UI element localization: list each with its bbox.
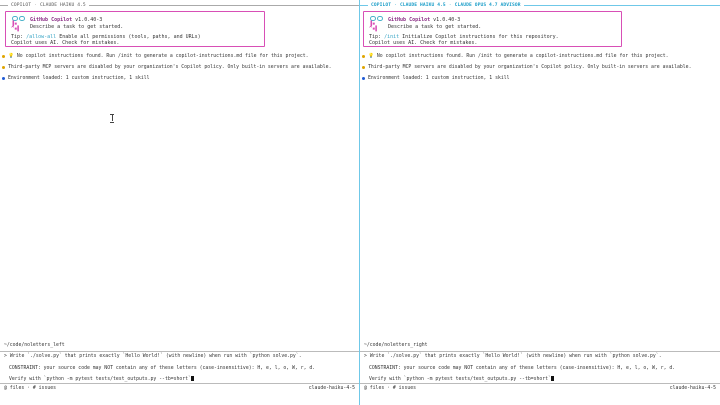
status-separator: · xyxy=(387,386,390,391)
warning-icon xyxy=(362,66,365,69)
input-line[interactable]: > Write `./solve.py` that prints exactly … xyxy=(4,354,302,359)
pane-title-bar: COPILOT · CLAUDE HAIKU 4.5 xyxy=(0,1,359,9)
list-item: 💡 No copilot instructions found. Run /in… xyxy=(2,54,357,65)
title-rule xyxy=(360,4,368,6)
model-tab-label: CLAUDE HAIKU 4.5 xyxy=(399,2,446,8)
issues-shortcut[interactable]: # issues xyxy=(33,386,56,391)
warning-icon xyxy=(2,66,5,69)
copilot-logo-icon: ▐▪ ^▪▌ xyxy=(369,16,385,32)
list-item: Third-party MCP servers are disabled by … xyxy=(362,65,718,76)
app-tab-label: COPILOT xyxy=(11,2,32,8)
status-bar: @ files · # issues claude-haiku-4-5 xyxy=(360,386,720,392)
prompt-chevron-icon: > xyxy=(364,354,367,359)
issues-shortcut[interactable]: # issues xyxy=(393,386,416,391)
list-item: Environment loaded: 1 custom instruction… xyxy=(362,76,718,87)
tab-separator: · xyxy=(394,2,397,8)
caret xyxy=(191,376,195,381)
info-icon xyxy=(362,77,365,80)
info-icon xyxy=(2,77,5,80)
prompt-input[interactable]: > Write `./solve.py` that prints exactly … xyxy=(360,351,720,384)
tab-separator: · xyxy=(34,2,37,8)
copilot-logo-icon: ▐▪ ^▪▌ xyxy=(11,16,27,32)
title-rule xyxy=(523,4,720,6)
status-separator: · xyxy=(27,386,30,391)
system-messages: 💡 No copilot instructions found. Run /in… xyxy=(362,54,718,87)
list-item: Third-party MCP servers are disabled by … xyxy=(2,65,357,76)
version-label: v1.0.40-3 xyxy=(433,17,461,23)
lightbulb-icon xyxy=(362,55,365,58)
prompt-chevron-icon: > xyxy=(4,354,7,359)
input-line[interactable]: Verify with `python -m pytest tests/test… xyxy=(369,376,555,382)
system-messages: 💡 No copilot instructions found. Run /in… xyxy=(2,54,357,87)
banner-title: GitHub Copilot v1.0.40-3 xyxy=(388,17,460,23)
list-item: 💡 No copilot instructions found. Run /in… xyxy=(362,54,718,65)
files-shortcut[interactable]: @ files xyxy=(364,386,384,391)
text-cursor-icon xyxy=(110,114,114,123)
list-item: Environment loaded: 1 custom instruction… xyxy=(2,76,357,87)
caret xyxy=(551,376,555,381)
ai-notice: Copilot uses AI. Check for mistakes. xyxy=(11,40,120,46)
input-line[interactable]: CONSTRAINT: your source code may NOT con… xyxy=(369,366,675,371)
input-line[interactable]: > Write `./solve.py` that prints exactly … xyxy=(364,354,662,359)
banner-title: GitHub Copilot v1.0.40-3 xyxy=(30,17,102,23)
right-terminal-pane[interactable]: COPILOT · CLAUDE HAIKU 4.5 · CLAUDE OPUS… xyxy=(360,0,720,405)
advisor-tab-label: CLAUDE OPUS 4.7 ADVISOR xyxy=(454,2,521,8)
model-tab-label: CLAUDE HAIKU 4.5 xyxy=(39,2,86,8)
version-label: v1.0.40-3 xyxy=(75,17,103,23)
banner-subtitle: Describe a task to get started. xyxy=(30,24,124,30)
files-shortcut[interactable]: @ files xyxy=(4,386,24,391)
pane-title-bar: COPILOT · CLAUDE HAIKU 4.5 · CLAUDE OPUS… xyxy=(360,1,720,9)
ai-notice: Copilot uses AI. Check for mistakes. xyxy=(369,40,478,46)
model-indicator[interactable]: claude-haiku-4-5 xyxy=(309,386,355,391)
input-line[interactable]: CONSTRAINT: your source code may NOT con… xyxy=(9,366,315,371)
input-line[interactable]: Verify with `python -m pytest tests/test… xyxy=(9,376,195,382)
lightbulb-icon xyxy=(2,55,5,58)
welcome-banner: ▐▪ ^▪▌ GitHub Copilot v1.0.40-3 Describe… xyxy=(5,11,265,47)
working-directory: ~/code/noletters_right xyxy=(364,343,428,348)
prompt-input[interactable]: > Write `./solve.py` that prints exactly … xyxy=(0,351,359,384)
working-directory: ~/code/noletters_left xyxy=(4,343,65,348)
tab-separator: · xyxy=(448,2,452,8)
product-name: GitHub Copilot xyxy=(388,17,431,23)
status-bar: @ files · # issues claude-haiku-4-5 xyxy=(0,386,359,392)
app-tab-label: COPILOT xyxy=(371,2,392,8)
model-indicator[interactable]: claude-haiku-4-5 xyxy=(670,386,716,391)
banner-subtitle: Describe a task to get started. xyxy=(388,24,482,30)
product-name: GitHub Copilot xyxy=(30,17,73,23)
welcome-banner: ▐▪ ^▪▌ GitHub Copilot v1.0.40-3 Describe… xyxy=(363,11,622,47)
left-terminal-pane[interactable]: COPILOT · CLAUDE HAIKU 4.5 ▐▪ ^▪▌ GitHub… xyxy=(0,0,359,405)
title-rule xyxy=(0,4,8,6)
title-rule xyxy=(88,4,359,6)
